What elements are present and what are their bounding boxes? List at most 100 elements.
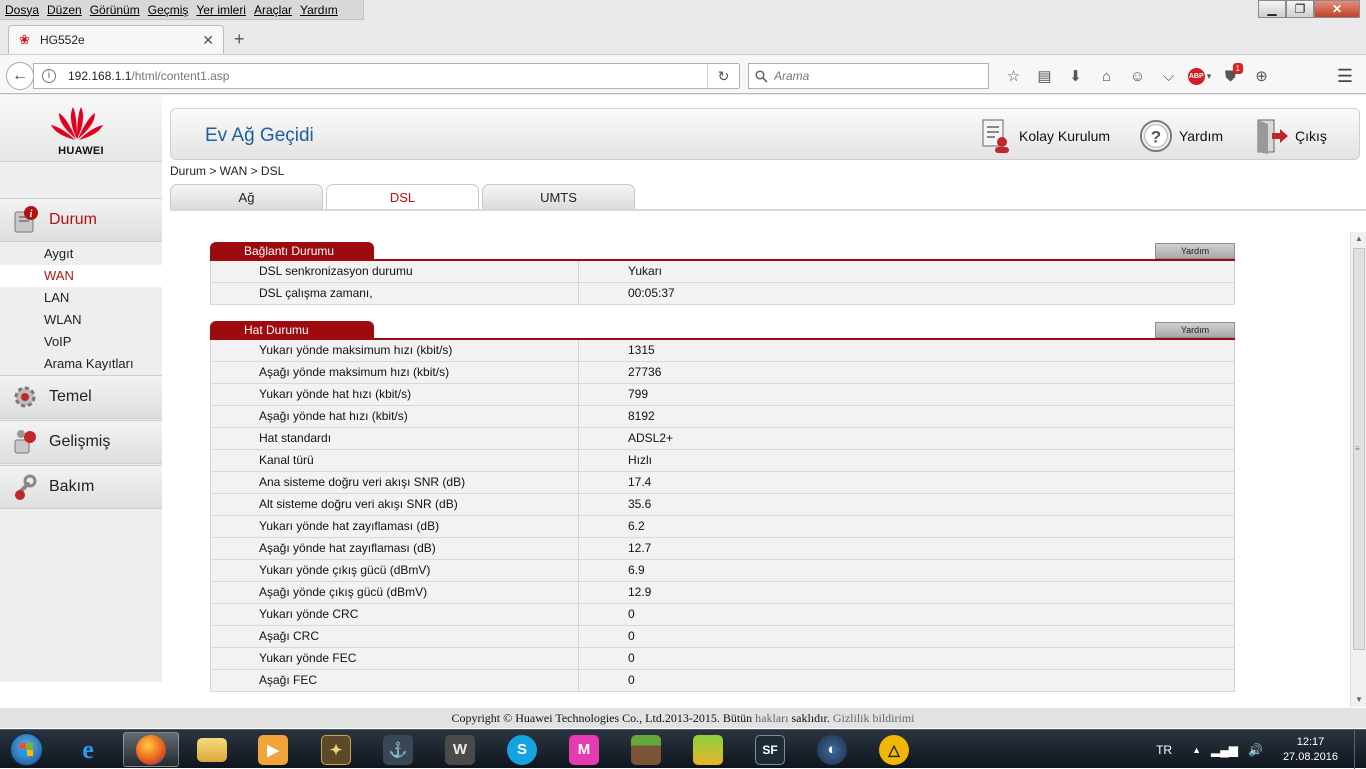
skype-icon[interactable]: S bbox=[496, 732, 548, 767]
sidebar-item-durum[interactable]: i Durum bbox=[0, 198, 162, 242]
vertical-scrollbar[interactable]: ▲ ≡ ▼ bbox=[1350, 232, 1366, 707]
cikis-link[interactable]: Çıkış bbox=[1255, 117, 1327, 155]
sidebar-item-wlan[interactable]: WLAN bbox=[0, 309, 162, 331]
clock-date: 27.08.2016 bbox=[1282, 750, 1338, 763]
menu-gecmis[interactable]: Geçmiş bbox=[143, 3, 192, 17]
firefox-icon[interactable] bbox=[123, 732, 179, 767]
file-explorer-icon[interactable] bbox=[186, 732, 238, 767]
copyright-text: Copyright © Huawei Technologies Co., Ltd… bbox=[451, 711, 756, 725]
kolay-kurulum-link[interactable]: Kolay Kurulum bbox=[979, 117, 1110, 155]
sidebar-item-wan[interactable]: WAN bbox=[0, 265, 162, 287]
network-signal-icon[interactable]: ▂▄▆ bbox=[1211, 743, 1238, 757]
media-player-icon[interactable]: ▶ bbox=[247, 732, 299, 767]
menu-duzen[interactable]: Düzen bbox=[42, 3, 85, 17]
language-indicator[interactable]: TR bbox=[1156, 743, 1172, 757]
row-label: Yukarı yönde maksimum hızı (kbit/s) bbox=[211, 340, 579, 361]
privacy-link[interactable]: Gizlilik bildirimi bbox=[833, 711, 915, 725]
clock[interactable]: 12:17 27.08.2016 bbox=[1283, 735, 1338, 765]
world-of-warships-icon[interactable]: ⚓ bbox=[372, 732, 424, 767]
info-icon[interactable]: i bbox=[42, 69, 56, 83]
reload-icon[interactable]: ↻ bbox=[707, 64, 739, 88]
tab-close-icon[interactable]: ✕ bbox=[202, 32, 214, 49]
sidebar-item-bakim[interactable]: Bakım bbox=[0, 465, 162, 509]
menu-yardim[interactable]: Yardım bbox=[295, 3, 341, 17]
svg-text:i: i bbox=[30, 209, 33, 220]
home-icon[interactable]: ⌂ bbox=[1091, 63, 1122, 89]
game-1-icon[interactable]: ✦ bbox=[310, 732, 362, 767]
menu-yer-imleri[interactable]: Yer imleri bbox=[191, 3, 249, 17]
row-label: Yukarı yönde CRC bbox=[211, 604, 579, 625]
rights-link[interactable]: hakları bbox=[755, 711, 788, 725]
sidebar-item-aygit[interactable]: Aygıt bbox=[0, 243, 162, 265]
bluestacks-icon[interactable] bbox=[682, 732, 734, 767]
sidebar-item-gelismis[interactable]: Gelişmiş bbox=[0, 420, 162, 464]
row-value: Yukarı bbox=[628, 264, 663, 278]
hamburger-menu-icon[interactable]: ☰ bbox=[1332, 63, 1358, 89]
row-value: Hızlı bbox=[628, 453, 652, 467]
row-label: DSL çalışma zamanı, bbox=[211, 283, 579, 304]
menu-araclar[interactable]: Araçlar bbox=[249, 3, 295, 17]
yardim-link[interactable]: ? Yardım bbox=[1139, 117, 1223, 155]
world-of-tanks-icon[interactable]: W bbox=[434, 732, 486, 767]
search-input[interactable] bbox=[774, 69, 974, 83]
help-button[interactable]: Yardım bbox=[1155, 243, 1235, 259]
sidebar-label-gelismis: Gelişmiş bbox=[49, 433, 111, 450]
row-value: 17.4 bbox=[628, 475, 652, 489]
search-icon bbox=[755, 69, 768, 83]
sidebar-item-voip[interactable]: VoIP bbox=[0, 331, 162, 353]
tray-expand-icon[interactable]: ▲ bbox=[1192, 745, 1201, 755]
windows-taskbar: e ▶ ✦ ⚓ W S M SF ◐ △ TR ▲ ▂▄▆ 🔊 12:17 27… bbox=[0, 729, 1366, 769]
row-value: 00:05:37 bbox=[628, 286, 675, 300]
minimize-button[interactable]: ▁ bbox=[1258, 0, 1286, 18]
volume-icon[interactable]: 🔊 bbox=[1248, 743, 1263, 757]
new-tab-button[interactable]: + bbox=[234, 29, 245, 50]
row-label: Aşağı yönde hat hızı (kbit/s) bbox=[211, 406, 579, 427]
back-button[interactable]: ← bbox=[6, 62, 34, 90]
scroll-down-icon[interactable]: ▼ bbox=[1351, 693, 1366, 707]
sidebar-item-temel[interactable]: Temel bbox=[0, 375, 162, 419]
download-icon[interactable]: ⬇ bbox=[1060, 63, 1091, 89]
row-value: 12.7 bbox=[628, 541, 652, 555]
rights-text: saklıdır. bbox=[788, 711, 833, 725]
connection-status-section: Bağlantı Durumu Yardım DSL senkronizasyo… bbox=[210, 242, 1235, 305]
tab-divider bbox=[170, 209, 1366, 211]
triangle-app-icon[interactable]: △ bbox=[868, 732, 920, 767]
url-path: /html/content1.asp bbox=[131, 69, 230, 83]
app-m-icon[interactable]: M bbox=[558, 732, 610, 767]
scroll-up-icon[interactable]: ▲ bbox=[1351, 232, 1366, 246]
show-desktop-button[interactable] bbox=[1354, 730, 1366, 769]
row-label: Aşağı yönde hat zayıflaması (dB) bbox=[211, 538, 579, 559]
pocket-icon[interactable]: ⌵ bbox=[1153, 63, 1184, 89]
menu-dosya[interactable]: Dosya bbox=[0, 3, 42, 17]
minecraft-icon[interactable] bbox=[620, 732, 672, 767]
url-bar[interactable]: i 192.168.1.1/html/content1.asp ↻ bbox=[33, 63, 740, 89]
teamspeak-icon[interactable]: ◐ bbox=[806, 732, 858, 767]
steam-like-icon[interactable]: SF bbox=[744, 732, 796, 767]
row-label: DSL senkronizasyon durumu bbox=[211, 261, 579, 282]
section-header: Bağlantı Durumu Yardım bbox=[210, 242, 1235, 261]
start-button[interactable] bbox=[4, 731, 48, 768]
yardim-label: Yardım bbox=[1179, 128, 1224, 144]
sidebar-item-lan[interactable]: LAN bbox=[0, 287, 162, 309]
search-box[interactable] bbox=[748, 63, 989, 89]
adblock-icon[interactable]: ABP ▾ bbox=[1184, 63, 1215, 89]
tab-ag[interactable]: Ağ bbox=[170, 184, 323, 209]
globe-icon[interactable]: ⊕ bbox=[1246, 63, 1277, 89]
help-button[interactable]: Yardım bbox=[1155, 322, 1235, 338]
row-value: 1315 bbox=[628, 343, 655, 357]
maximize-button[interactable]: ❐ bbox=[1286, 0, 1314, 18]
tab-umts[interactable]: UMTS bbox=[482, 184, 635, 209]
menu-gorunum[interactable]: Görünüm bbox=[85, 3, 143, 17]
reading-list-icon[interactable]: ▤ bbox=[1029, 63, 1060, 89]
close-window-button[interactable]: ✕ bbox=[1314, 0, 1360, 18]
sidebar-item-arama-kayitlari[interactable]: Arama Kayıtları bbox=[0, 353, 162, 375]
shield-notification-icon[interactable]: ⛊ 1 bbox=[1215, 63, 1246, 89]
bookmark-star-icon[interactable]: ☆ bbox=[998, 63, 1029, 89]
url-text[interactable]: 192.168.1.1/html/content1.asp bbox=[68, 69, 229, 83]
internet-explorer-icon[interactable]: e bbox=[62, 732, 114, 767]
chat-icon[interactable]: ☺ bbox=[1122, 63, 1153, 89]
table-row: Aşağı CRC 0 bbox=[210, 626, 1235, 648]
browser-tab[interactable]: ❀ HG552e ✕ bbox=[8, 25, 224, 54]
row-label: Ana sisteme doğru veri akışı SNR (dB) bbox=[211, 472, 579, 493]
tab-dsl[interactable]: DSL bbox=[326, 184, 479, 210]
